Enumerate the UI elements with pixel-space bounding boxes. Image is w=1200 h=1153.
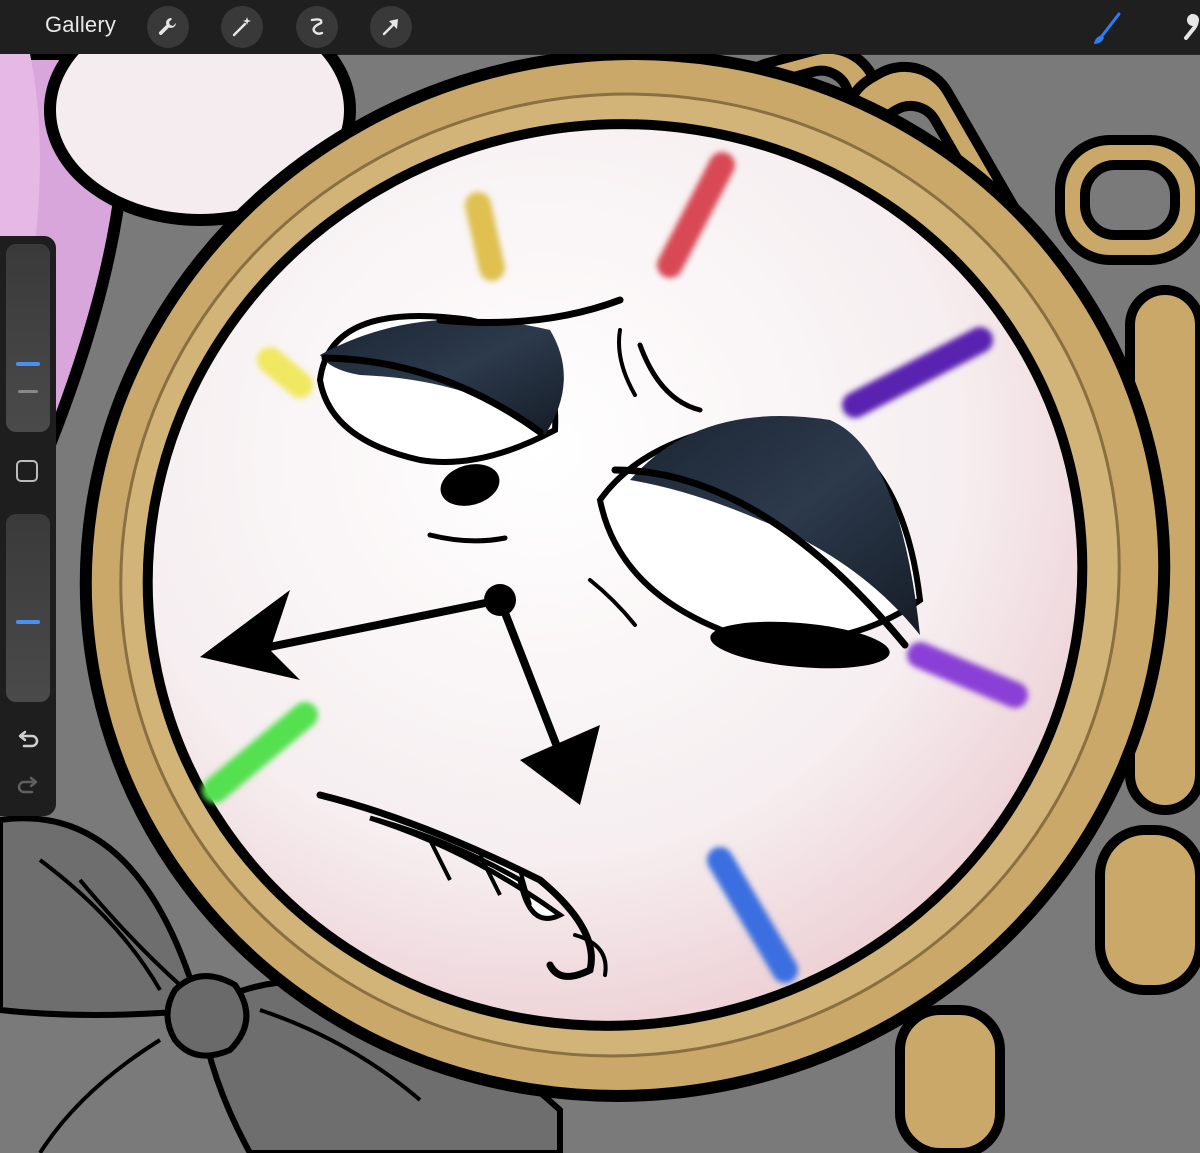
magic-wand-icon [232,17,251,37]
drawing-canvas[interactable] [0,54,1200,1153]
left-sidebar [0,236,56,816]
transform-arrow-icon [382,19,398,36]
undo-icon [18,730,39,748]
actions-button[interactable] [147,6,189,48]
opacity-thumb[interactable] [16,620,40,624]
brush-icon [1094,12,1121,44]
brush-size-thumb[interactable] [16,362,40,366]
redo-icon [17,776,38,794]
adjustments-button[interactable] [221,6,263,48]
selection-icon [310,18,324,35]
slider-tick [18,390,38,393]
transform-button[interactable] [370,6,412,48]
undo-button[interactable] [14,726,42,754]
smudge-icon [1184,14,1199,40]
wrench-icon [158,18,176,35]
gallery-button[interactable]: Gallery [45,12,116,38]
brush-size-slider[interactable] [6,244,50,432]
opacity-slider[interactable] [6,514,50,702]
smudge-button[interactable] [1172,8,1200,48]
brush-button[interactable] [1088,8,1128,48]
redo-button[interactable] [14,772,42,800]
selection-button[interactable] [296,6,338,48]
top-toolbar: Gallery [0,0,1200,55]
modify-button[interactable] [16,460,38,482]
